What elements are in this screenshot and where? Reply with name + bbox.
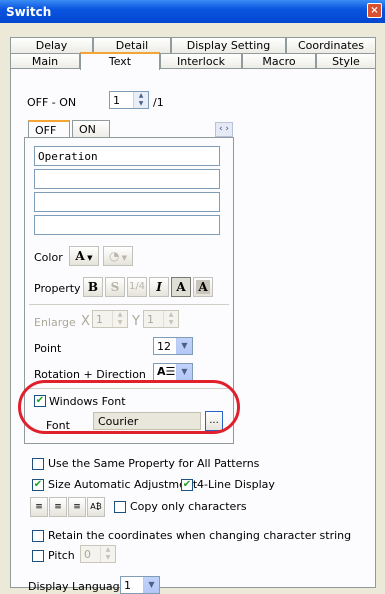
align-center-icon: ≡ <box>54 502 62 512</box>
tab-row-bottom: Main Text Interlock Macro Style <box>10 52 376 70</box>
off-on-spinner[interactable]: 1 ▲ ▼ <box>109 91 149 109</box>
title-bar: Switch × <box>0 0 385 23</box>
retain-coordinates-label: Retain the coordinates when changing cha… <box>48 529 352 542</box>
shadow-button[interactable]: S <box>105 277 125 297</box>
point-select[interactable]: 12 ▼ <box>153 337 193 355</box>
tab-detail[interactable]: Detail <box>93 37 171 53</box>
size-auto-checkbox[interactable]: ✔ <box>32 479 44 491</box>
same-property-label: Use the Same Property for All Patterns <box>48 457 260 470</box>
enlarge-label: Enlarge <box>34 316 76 329</box>
property-label: Property <box>34 282 81 295</box>
text-line-4[interactable] <box>34 215 220 235</box>
normal-style-button[interactable]: A <box>171 277 191 297</box>
off-on-suffix: /1 <box>153 96 164 109</box>
italic-button[interactable]: I <box>149 277 169 297</box>
four-line-checkbox[interactable]: ✔ <box>181 479 193 491</box>
pitch-checkbox[interactable] <box>32 550 44 562</box>
point-label: Point <box>34 342 62 355</box>
tab-main[interactable]: Main <box>10 53 80 69</box>
align-distribute-button[interactable]: A₿ <box>87 497 105 517</box>
chevron-down-icon: ▼ <box>143 577 159 593</box>
pattern-tab-on[interactable]: ON <box>72 120 110 138</box>
enlarge-x-spinner[interactable]: 1 ▲ ▼ <box>92 310 128 328</box>
window-title: Switch <box>6 5 52 19</box>
direction-icon: A☰ <box>157 365 176 378</box>
align-right-button[interactable]: ≡ <box>68 497 86 517</box>
bold-button[interactable]: B <box>83 277 103 297</box>
distribute-icon: A₿ <box>90 502 102 511</box>
off-on-label: OFF - ON <box>27 96 77 109</box>
text-line-3[interactable] <box>34 192 220 212</box>
close-icon: × <box>370 5 379 16</box>
highlight-ellipse <box>18 380 240 434</box>
align-left-button[interactable]: ≡ <box>30 497 48 517</box>
display-language-select[interactable]: 1 ▼ <box>120 576 160 594</box>
background-color-button[interactable]: ◔ ▼ <box>103 246 133 266</box>
align-left-icon: ≡ <box>35 502 43 512</box>
tab-display-setting[interactable]: Display Setting <box>171 37 286 53</box>
four-line-label: 4-Line Display <box>197 478 275 491</box>
tab-macro[interactable]: Macro <box>242 53 316 69</box>
align-right-icon: ≡ <box>73 502 81 512</box>
tab-coordinates[interactable]: Coordinates <box>286 37 376 53</box>
spinner-buttons[interactable]: ▲ ▼ <box>133 92 148 108</box>
rotation-select[interactable]: A☰ ▼ <box>153 363 193 381</box>
chevron-down-icon: ▼ <box>176 338 192 354</box>
chevron-down-icon: ▼ <box>176 364 192 380</box>
divider <box>29 304 229 305</box>
enlarge-y-label: Y <box>132 314 140 329</box>
tab-style[interactable]: Style <box>316 53 376 69</box>
size-auto-label: Size Automatic Adjustment <box>48 478 198 491</box>
paint-icon: ◔ <box>108 249 120 263</box>
align-center-button[interactable]: ≡ <box>49 497 67 517</box>
tab-interlock[interactable]: Interlock <box>160 53 242 69</box>
boxed-a-icon: A <box>196 280 210 294</box>
tab-row-top: Delay Detail Display Setting Coordinates <box>10 37 376 53</box>
tab-text[interactable]: Text <box>80 52 160 70</box>
retain-coordinates-checkbox[interactable] <box>32 530 44 542</box>
tab-delay[interactable]: Delay <box>10 37 93 53</box>
boxed-style-button[interactable]: A <box>193 277 213 297</box>
pattern-nav-arrows-icon[interactable]: ‹ › <box>215 122 233 137</box>
same-property-checkbox[interactable] <box>32 458 44 470</box>
enlarge-x-label: X <box>81 314 90 329</box>
copy-only-checkbox[interactable] <box>114 501 126 513</box>
quarter-button[interactable]: 1/4 <box>127 277 147 297</box>
enlarge-y-spinner[interactable]: 1 ▲ ▼ <box>143 310 179 328</box>
text-color-button[interactable]: A ▼ <box>69 246 99 266</box>
text-line-2[interactable] <box>34 169 220 189</box>
copy-only-label: Copy only characters <box>130 500 247 513</box>
text-color-icon: A <box>75 249 85 263</box>
color-label: Color <box>34 251 63 264</box>
display-language-label: Display Language <box>28 580 127 593</box>
pitch-label: Pitch <box>48 549 75 562</box>
text-line-1[interactable]: Operation <box>34 146 220 166</box>
close-button[interactable]: × <box>367 3 382 18</box>
pitch-spinner[interactable]: 0 ▲ ▼ <box>80 545 116 563</box>
